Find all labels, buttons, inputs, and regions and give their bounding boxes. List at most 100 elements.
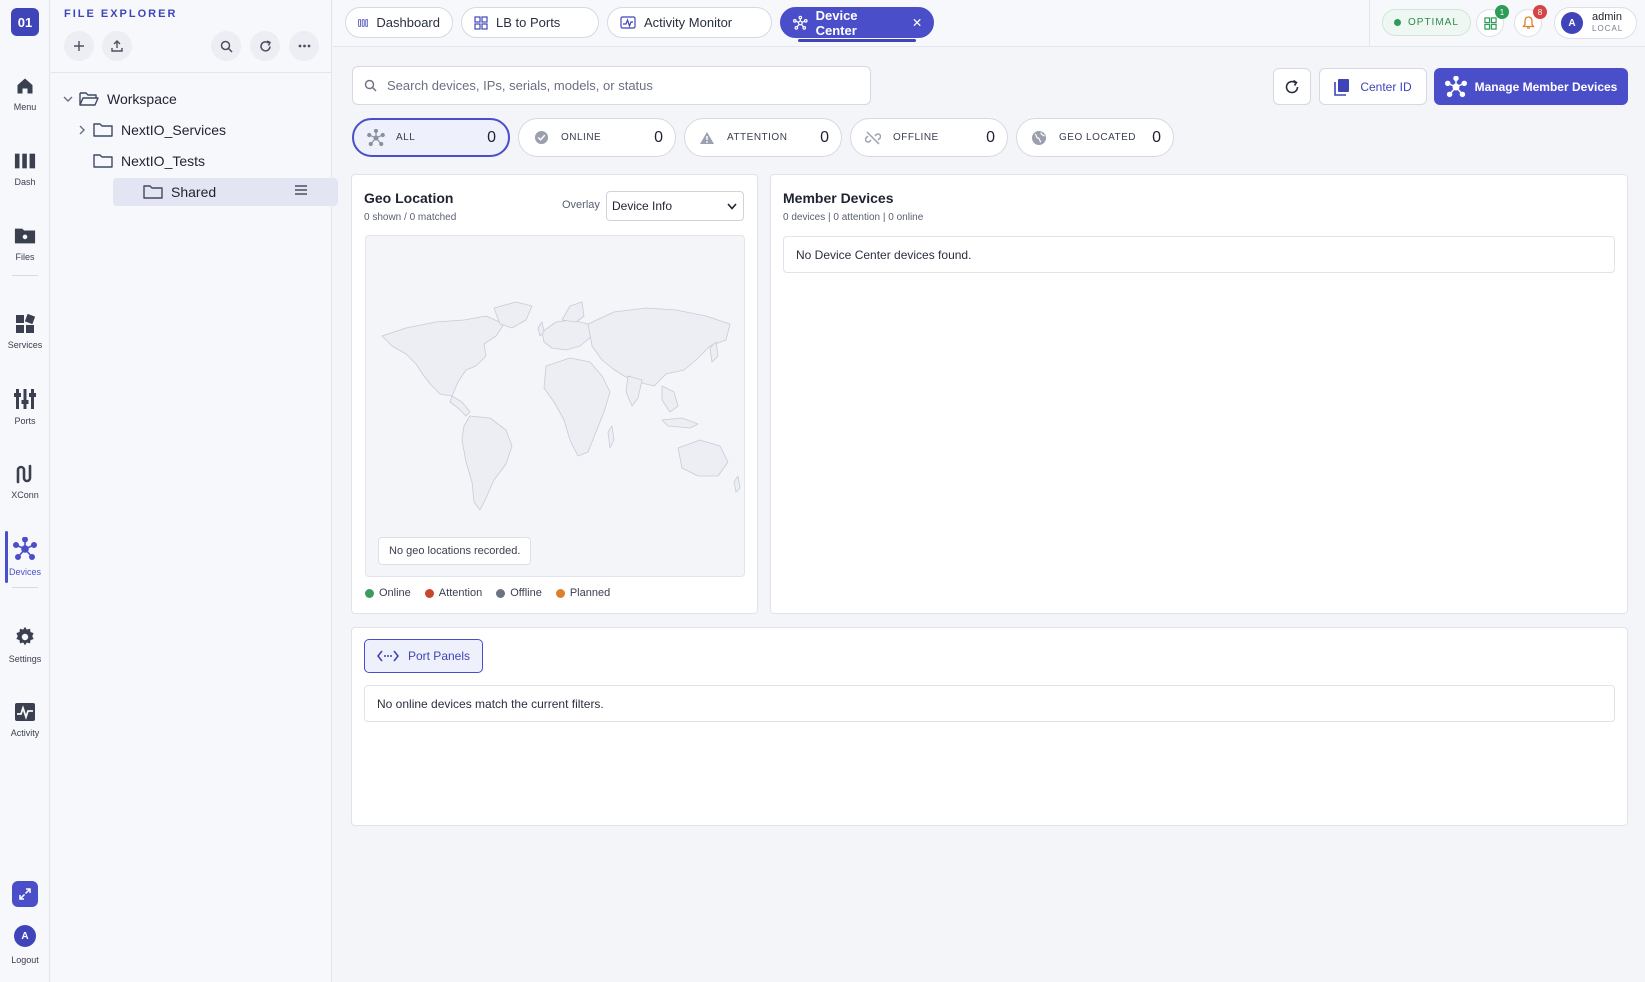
tree-item-label: NextIO_Services xyxy=(121,122,227,138)
map-legend: Online Attention Offline Planned xyxy=(365,587,610,599)
filter-label: OFFLINE xyxy=(893,132,939,143)
legend-dot xyxy=(424,588,434,598)
dashboard-icon xyxy=(14,153,36,169)
system-status-badge[interactable]: OPTIMAL xyxy=(1382,9,1471,36)
rail-label: Ports xyxy=(14,416,36,426)
legend-planned: Planned xyxy=(555,587,610,599)
filter-label: GEO LOCATED xyxy=(1059,132,1136,143)
devices-icon xyxy=(366,128,386,147)
folder-open-icon xyxy=(79,91,99,107)
rail-item-xconn[interactable]: XConn xyxy=(0,452,50,512)
link-off-icon xyxy=(863,130,883,146)
rail-label: XConn xyxy=(11,490,39,500)
search-files-button[interactable] xyxy=(211,31,241,61)
refresh-button[interactable] xyxy=(1273,68,1311,105)
rail-item-dash[interactable]: Dash xyxy=(0,139,50,199)
user-menu[interactable]: A admin LOCAL xyxy=(1554,7,1637,39)
world-map[interactable]: No geo locations recorded. xyxy=(365,235,745,577)
rail-item-ports[interactable]: Ports xyxy=(0,377,50,437)
new-file-button[interactable] xyxy=(64,31,94,61)
activity-icon xyxy=(620,16,636,29)
explorer-divider xyxy=(51,72,332,73)
notifications-button[interactable]: 8 xyxy=(1514,5,1547,37)
tree-item-workspace[interactable]: Workspace xyxy=(61,85,177,113)
tab-dashboard[interactable]: Dashboard xyxy=(345,7,453,38)
tab-device-center[interactable]: Device Center xyxy=(780,7,934,38)
tree-item-label: Workspace xyxy=(107,91,177,107)
avatar[interactable]: A xyxy=(14,925,36,947)
more-options-button[interactable] xyxy=(289,31,319,61)
bell-icon xyxy=(1521,16,1535,29)
legend-dot xyxy=(555,588,565,598)
filter-label: ONLINE xyxy=(561,132,602,143)
filter-label: ALL xyxy=(396,132,416,143)
device-search[interactable] xyxy=(352,66,871,105)
tab-label: Device Center xyxy=(815,7,858,38)
notifications-count-badge: 8 xyxy=(1533,5,1547,19)
devices-icon xyxy=(13,537,37,560)
tab-label: Activity Monitor xyxy=(644,15,733,30)
apps-icon xyxy=(474,15,488,30)
geo-location-panel: Geo Location 0 shown / 0 matched Overlay… xyxy=(351,174,758,614)
tab-activity-monitor[interactable]: Activity Monitor xyxy=(607,7,772,38)
manage-member-devices-button[interactable]: Manage Member Devices xyxy=(1434,68,1628,105)
legend-dot xyxy=(496,588,506,598)
panel-subtitle: 0 devices | 0 attention | 0 online xyxy=(783,212,924,223)
upload-button[interactable] xyxy=(102,31,132,61)
center-id-button[interactable]: Center ID xyxy=(1319,68,1427,105)
upload-icon xyxy=(111,40,123,52)
tree-item-nextio-tests[interactable]: NextIO_Tests xyxy=(75,147,205,175)
check-circle-icon xyxy=(531,130,551,145)
tab-label: LB to Ports xyxy=(496,15,561,30)
active-tab-indicator xyxy=(798,39,916,42)
gear-icon xyxy=(16,626,34,646)
user-name: admin xyxy=(1592,11,1622,23)
rail-item-menu[interactable]: Menu xyxy=(0,64,50,124)
manage-label: Manage Member Devices xyxy=(1474,79,1618,94)
rail-label: Activity xyxy=(10,728,40,738)
left-nav-rail: 01 Menu Dash Files Services Ports XConn … xyxy=(0,0,50,982)
rail-item-devices[interactable]: Devices xyxy=(0,527,50,587)
tree-item-label: Shared xyxy=(171,184,217,200)
overlay-select[interactable]: Device Info xyxy=(606,191,744,221)
rail-item-activity[interactable]: Activity xyxy=(0,690,50,750)
rail-item-settings[interactable]: Settings xyxy=(0,615,50,675)
world-map-icon xyxy=(381,301,741,511)
close-icon[interactable] xyxy=(913,18,921,27)
refresh-icon xyxy=(259,39,271,52)
chevron-down-icon[interactable] xyxy=(61,94,75,104)
filter-count: 0 xyxy=(820,128,829,146)
port-panels-label: Port Panels xyxy=(407,649,471,663)
filter-attention[interactable]: ATTENTION 0 xyxy=(684,118,842,157)
status-dot xyxy=(1394,19,1401,26)
rail-item-services[interactable]: Services xyxy=(0,302,50,362)
filter-online[interactable]: ONLINE 0 xyxy=(518,118,676,157)
chevron-right-icon[interactable] xyxy=(75,125,89,135)
home-icon xyxy=(17,78,33,94)
port-panels-button[interactable]: Port Panels xyxy=(364,639,483,673)
rail-label: Files xyxy=(15,252,35,262)
rail-item-files[interactable]: Files xyxy=(0,214,50,274)
logout-link[interactable]: Logout xyxy=(0,955,50,965)
legend-online: Online xyxy=(365,587,411,599)
tab-lb-to-ports[interactable]: LB to Ports xyxy=(461,7,599,38)
filter-offline[interactable]: OFFLINE 0 xyxy=(850,118,1008,157)
legend-attention: Attention xyxy=(424,587,482,599)
apps-button[interactable]: 1 xyxy=(1476,5,1509,37)
expand-button[interactable] xyxy=(12,881,38,907)
rail-divider xyxy=(12,587,38,588)
rail-divider xyxy=(12,275,38,276)
filter-label: ATTENTION xyxy=(727,132,788,143)
folder-icon xyxy=(93,153,113,169)
tree-item-nextio-services[interactable]: NextIO_Services xyxy=(75,116,226,144)
devices-icon xyxy=(793,15,808,30)
search-input[interactable] xyxy=(387,78,857,93)
row-menu-icon[interactable] xyxy=(294,184,308,196)
app-logo[interactable]: 01 xyxy=(11,8,39,36)
apps-count-badge: 1 xyxy=(1495,5,1509,19)
refresh-files-button[interactable] xyxy=(250,31,280,61)
copy-icon xyxy=(1334,78,1350,96)
filter-geo-located[interactable]: GEO LOCATED 0 xyxy=(1016,118,1174,157)
filter-all[interactable]: ALL 0 xyxy=(352,118,510,157)
rail-label: Menu xyxy=(13,102,37,112)
